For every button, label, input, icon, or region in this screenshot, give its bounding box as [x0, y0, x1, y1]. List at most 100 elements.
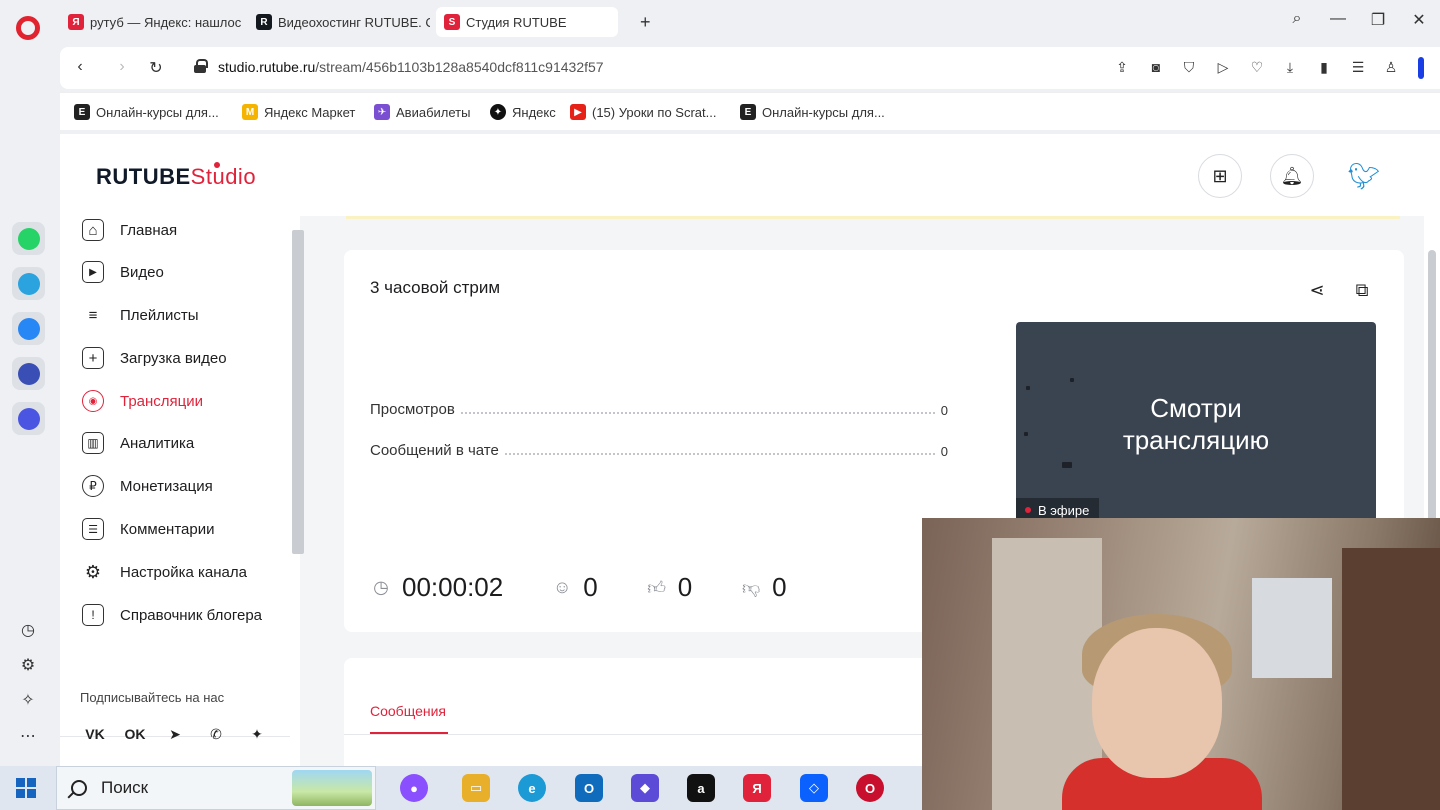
new-tab-icon[interactable]: + — [640, 12, 651, 33]
nav-item-monetization[interactable]: ₽ Монетизация — [82, 472, 213, 500]
plus-square-icon: ⊞ — [1212, 165, 1228, 186]
download-icon[interactable]: ⤓ — [1281, 59, 1299, 77]
menu-icon[interactable]: ☰ — [1349, 59, 1367, 77]
close-icon[interactable]: ✕ — [1407, 10, 1431, 30]
lock-icon — [194, 59, 208, 73]
tab-title: Студия RUTUBE — [466, 14, 567, 30]
nav-item-video[interactable]: ▶ Видео — [82, 258, 164, 286]
stream-preview[interactable]: Смотри трансляцию В эфире — [1016, 322, 1376, 522]
minimize-icon[interactable]: — — [1326, 10, 1350, 28]
start-icon[interactable] — [16, 778, 36, 798]
viber-social-icon[interactable]: ✆ — [205, 726, 227, 748]
bookmark-item[interactable]: M Яндекс Маркет — [242, 104, 355, 120]
stat-chat-messages: Сообщений в чате 0 — [370, 439, 948, 459]
vk-social-icon[interactable]: VK — [84, 726, 106, 748]
studio-tab-icon: S — [444, 14, 460, 30]
studio-header: RUTUBEStudio ⊞ 🔔︎ 🐦︎ — [60, 134, 1424, 216]
windows-taskbar: Поиск ● ▭ e O ◆ a Я ◇ O — [0, 766, 922, 810]
heart-icon[interactable]: ♡ — [1248, 59, 1266, 77]
nav-label: Видео — [120, 263, 164, 281]
comment-icon: ☰ — [82, 518, 104, 540]
duration-value: 00:00:02 — [402, 572, 504, 602]
more-icon[interactable]: ⋯ — [18, 726, 38, 746]
bookmark-item[interactable]: ✈ Авиабилеты — [374, 104, 470, 120]
reload-icon[interactable]: ↻ — [146, 58, 166, 78]
amazon-icon[interactable]: a — [687, 774, 715, 802]
nav-item-upload[interactable]: + Загрузка видео — [82, 344, 227, 372]
preview-speck — [1026, 386, 1030, 390]
outlook-icon[interactable]: O — [575, 774, 603, 802]
rutube-studio-logo[interactable]: RUTUBEStudio — [96, 162, 256, 190]
whatsapp-icon[interactable] — [12, 222, 45, 255]
lightbulb-icon[interactable]: ✧ — [18, 690, 38, 710]
play-icon[interactable]: ▷ — [1214, 59, 1232, 77]
nav-item-channel-settings[interactable]: ⚙ Настройка канала — [82, 558, 247, 586]
nav-label: Загрузка видео — [120, 349, 227, 367]
nav-item-analytics[interactable]: ▥ Аналитика — [82, 429, 194, 457]
viewers-value: 0 — [583, 572, 598, 602]
nav-label: Плейлисты — [120, 306, 199, 324]
vk-icon[interactable] — [12, 312, 45, 345]
sidebar-toggle-icon[interactable] — [1418, 57, 1424, 79]
alice-app-icon[interactable]: ● — [400, 774, 428, 802]
video-icon: ▶ — [82, 261, 104, 283]
telegram-icon[interactable] — [12, 267, 45, 300]
search-tabs-icon[interactable]: ⌕ — [1285, 10, 1309, 28]
bookmark-item[interactable]: ✦ Яндекс — [490, 104, 556, 120]
clock-icon: ◷ — [373, 576, 389, 597]
settings-icon[interactable]: ⚙ — [18, 655, 38, 675]
bookmarks-bar: E Онлайн-курсы для... M Яндекс Маркет ✈ Ави… — [60, 92, 1440, 130]
music-player-icon[interactable] — [12, 357, 45, 390]
nav-item-comments[interactable]: ☰ Комментарии — [82, 515, 214, 543]
nav-item-help[interactable]: ! Справочник блогера — [82, 601, 262, 629]
tab-studio[interactable]: S Студия RUTUBE — [436, 7, 618, 37]
file-explorer-icon[interactable]: ▭ — [462, 774, 490, 802]
webcam-person-face — [1092, 628, 1222, 778]
copilot-icon[interactable]: ◆ — [631, 774, 659, 802]
opera-taskbar-icon[interactable]: O — [856, 774, 884, 802]
bookmark-item[interactable]: E Онлайн-курсы для... — [74, 104, 219, 120]
opera-logo-icon[interactable] — [16, 16, 40, 40]
shield-icon[interactable]: ⛉ — [1180, 59, 1198, 77]
telegram-social-icon[interactable]: ➤ — [164, 726, 186, 748]
bookmark-item[interactable]: ▶ (15) Уроки по Scrat... — [570, 104, 716, 120]
tab-messages[interactable]: Сообщения — [370, 703, 446, 719]
nav-item-home[interactable]: ⌂ Главная — [82, 216, 177, 244]
bookmark-label: (15) Уроки по Scrat... — [592, 104, 717, 120]
share-page-icon[interactable]: ⇪ — [1113, 59, 1131, 77]
notifications-button[interactable]: 🔔︎ — [1270, 154, 1314, 198]
ok-social-icon[interactable]: OK — [124, 726, 146, 748]
dropbox-icon[interactable]: ◇ — [800, 774, 828, 802]
metric-dislikes: 👎︎ 0 — [740, 572, 787, 603]
user-icon: ☺ — [553, 576, 572, 597]
url-field[interactable]: studio.rutube.ru/stream/456b1103b128a854… — [218, 59, 604, 75]
avatar[interactable]: 🐦︎ — [1344, 156, 1384, 196]
zen-social-icon[interactable]: ✦ — [246, 726, 268, 748]
bookmark-icon: E — [740, 104, 756, 120]
bookmark-label: Яндекс Маркет — [264, 104, 356, 120]
edge-icon[interactable]: e — [518, 774, 546, 802]
bookmark-item[interactable]: E Онлайн-курсы для... — [740, 104, 885, 120]
forward-icon[interactable]: › — [112, 58, 132, 76]
share-icon[interactable]: ⋖ — [1306, 280, 1328, 302]
rutube-tab-icon: R — [256, 14, 272, 30]
restore-icon[interactable]: ❐ — [1366, 10, 1390, 30]
gear-icon: ⚙ — [84, 561, 102, 582]
upload-button[interactable]: ⊞ — [1198, 154, 1242, 198]
nav-scrollbar[interactable] — [292, 230, 304, 554]
battery-icon[interactable]: ▮ — [1315, 59, 1333, 77]
back-icon[interactable]: ‹ — [70, 58, 90, 76]
yandex-browser-icon[interactable]: Я — [743, 774, 771, 802]
profile-icon[interactable]: ♙ — [1382, 59, 1400, 77]
history-icon[interactable]: ◷ — [18, 620, 38, 640]
player-icon[interactable] — [12, 402, 45, 435]
metric-likes: 👍︎ 0 — [646, 572, 692, 603]
preview-line-2: трансляцию — [1122, 425, 1270, 455]
nav-item-streams[interactable]: ◉ Трансляции — [82, 387, 203, 415]
tab-rutube[interactable]: R Видеохостинг RUTUBE. Смотр — [248, 7, 430, 37]
external-link-icon[interactable]: ⧉ — [1351, 280, 1373, 302]
tab-yandex[interactable]: Я рутуб — Яндекс: нашлось — [60, 7, 242, 37]
snapshot-icon[interactable]: ◙ — [1147, 59, 1165, 77]
stream-title: 3 часовой стрим — [370, 278, 501, 297]
nav-item-playlists[interactable]: ≡ Плейлисты — [82, 301, 199, 329]
